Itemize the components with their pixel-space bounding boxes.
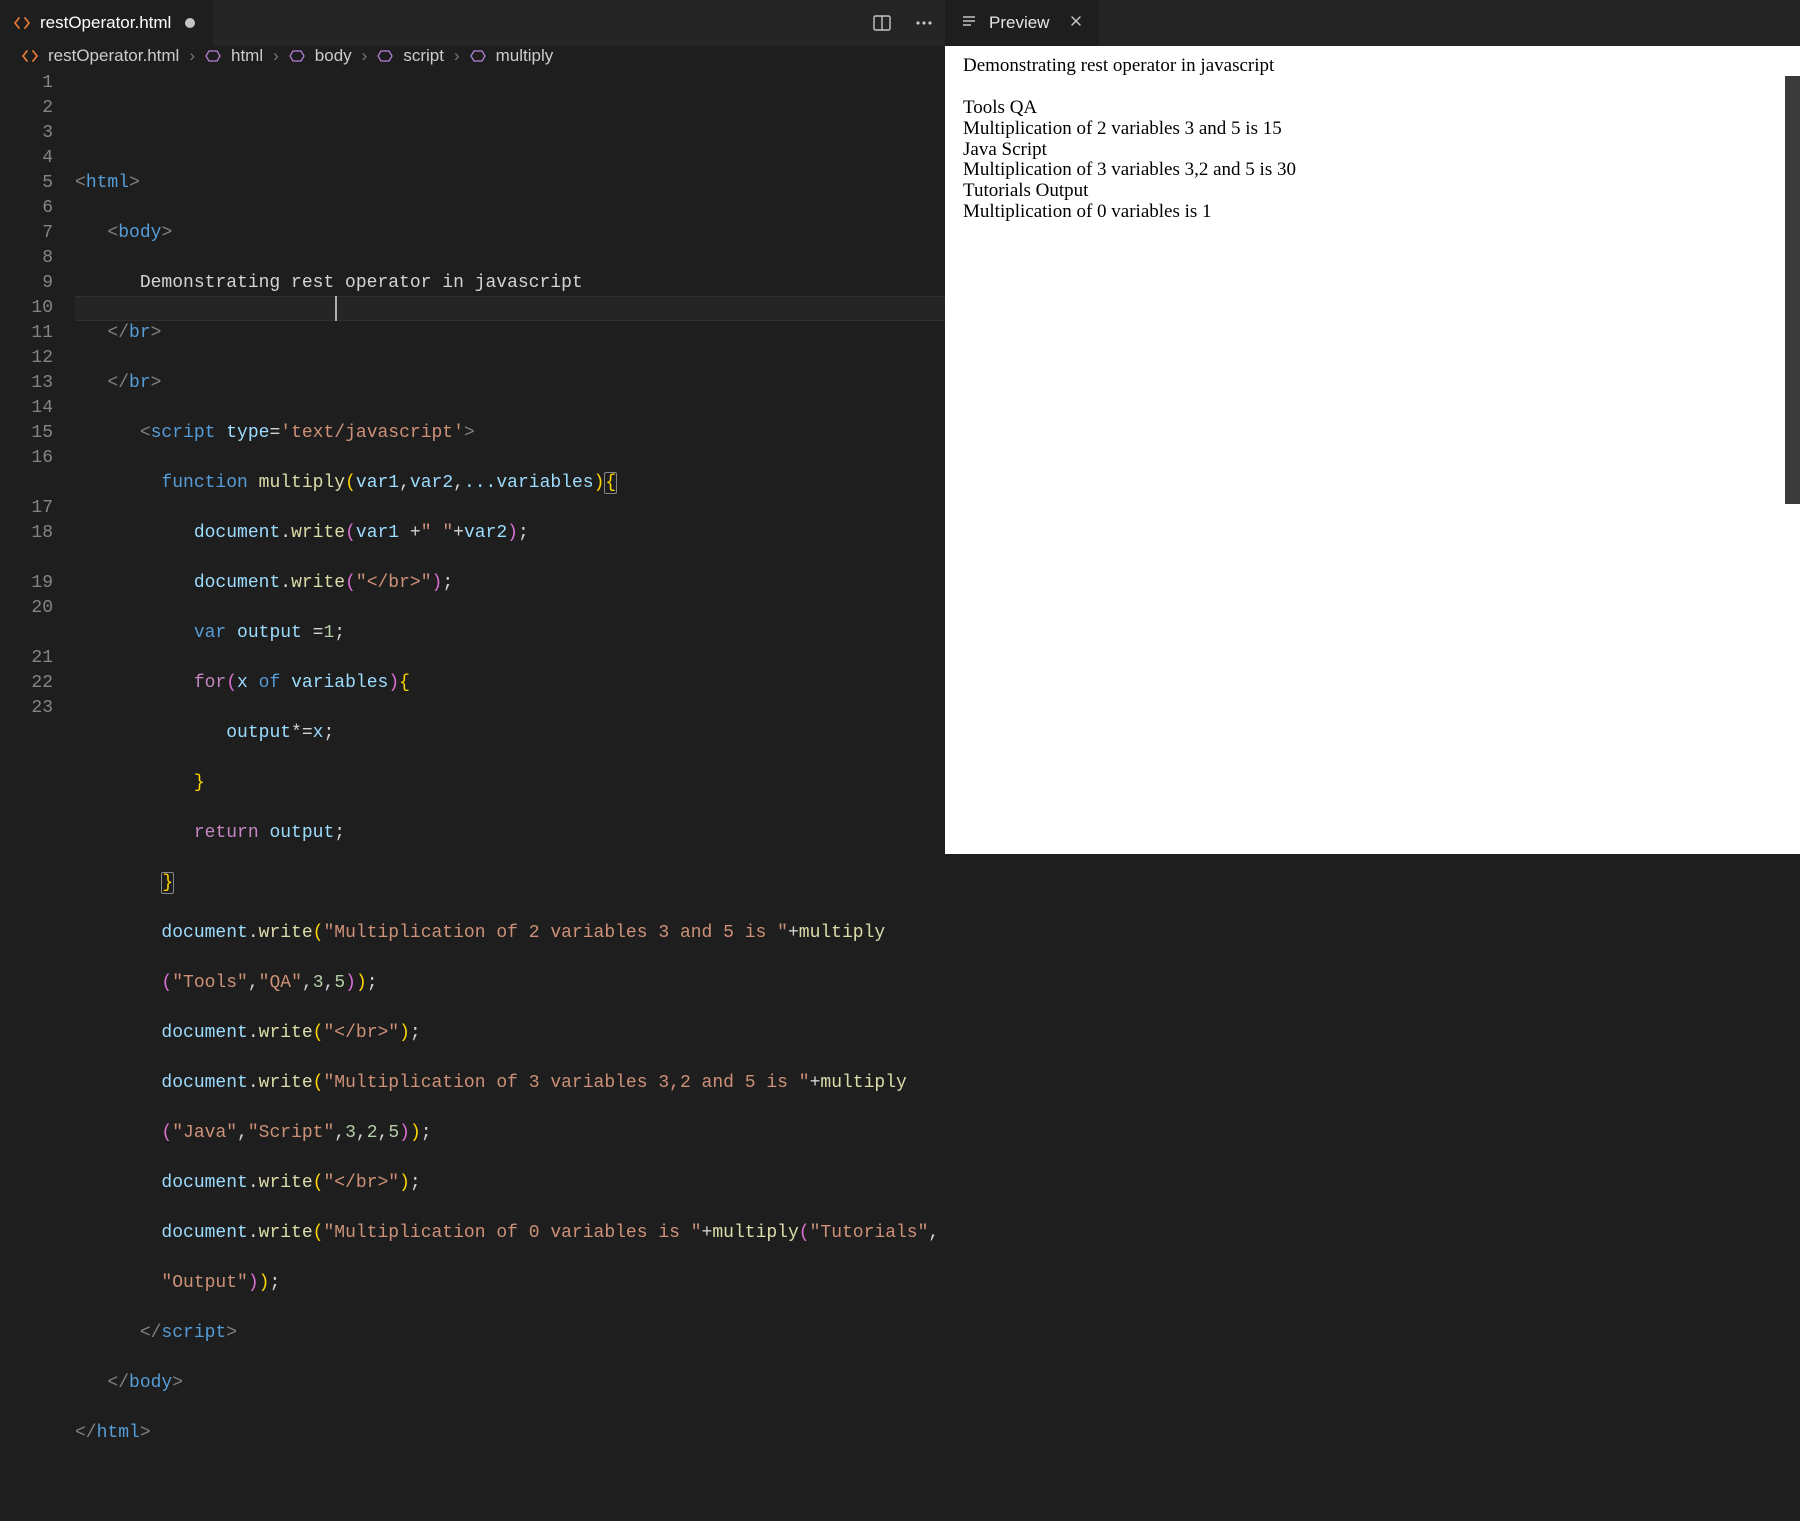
fn-call: multiply (799, 923, 885, 943)
preview-content: Demonstrating rest operator in javascrip… (945, 46, 1800, 854)
kw-function: function (161, 473, 247, 493)
tag-br: br (129, 373, 151, 393)
text-content: Demonstrating rest operator in javascrip… (140, 273, 583, 293)
preview-line: Demonstrating rest operator in javascrip… (963, 56, 1782, 77)
editor-pane: restOperator.html restOperator.html › ht… (0, 0, 945, 854)
kw-var: var (194, 623, 226, 643)
string-literal: "Multiplication of 0 variables is " (323, 1223, 701, 1243)
string-literal: "Multiplication of 3 variables 3,2 and 5… (323, 1073, 809, 1093)
split-editor-icon[interactable] (871, 12, 893, 34)
op: = (302, 623, 324, 643)
fn-multiply: multiply (259, 473, 345, 493)
preview-line: Tools QA (963, 98, 1782, 119)
dirty-indicator-icon (185, 18, 195, 28)
var: x (237, 673, 248, 693)
var: variables (291, 673, 388, 693)
attr-type: type (226, 423, 269, 443)
number-literal: 1 (323, 623, 334, 643)
more-icon[interactable] (913, 12, 935, 34)
preview-tab-bar: Preview (945, 0, 1800, 46)
code-file-icon (22, 48, 38, 64)
tag-body: body (118, 223, 161, 243)
tag-script: script (151, 423, 216, 443)
chevron-right-icon: › (273, 46, 279, 66)
code-file-icon (14, 15, 30, 31)
string-literal: "</br>" (356, 573, 432, 593)
preview-line: Multiplication of 2 variables 3 and 5 is… (963, 119, 1782, 140)
breadcrumb-file[interactable]: restOperator.html (48, 46, 179, 66)
text-cursor (335, 296, 337, 321)
kw-return: return (194, 823, 259, 843)
tag-html: html (86, 173, 129, 193)
attr-value: 'text/javascript' (280, 423, 464, 443)
preview-icon (961, 13, 977, 34)
preview-line: Tutorials Output (963, 181, 1782, 202)
code-content[interactable]: <html> <body> Demonstrating rest operato… (75, 66, 945, 1521)
symbol-icon (205, 48, 221, 64)
close-icon[interactable] (1069, 13, 1083, 33)
editor-tab-bar: restOperator.html (0, 0, 945, 46)
preview-line: Java Script (963, 140, 1782, 161)
breadcrumb[interactable]: restOperator.html › html › body › script… (0, 46, 945, 66)
var-output: output (237, 623, 302, 643)
obj-document: document (194, 523, 280, 543)
tag-br: br (129, 323, 151, 343)
breadcrumb-item[interactable]: multiply (496, 46, 554, 66)
breadcrumb-item[interactable]: body (315, 46, 352, 66)
code-editor[interactable]: 1234567891011121314151617181920212223 <h… (0, 66, 945, 1521)
chevron-right-icon: › (189, 46, 195, 66)
chevron-right-icon: › (362, 46, 368, 66)
var: output (269, 823, 334, 843)
preview-pane: Preview Demonstrating rest operator in j… (945, 0, 1800, 854)
minimap[interactable] (1785, 76, 1800, 854)
chevron-right-icon: › (454, 46, 460, 66)
param-rest: ...variables (464, 473, 594, 493)
var: var1 (356, 523, 399, 543)
param: var1 (356, 473, 399, 493)
kw-of: of (259, 673, 281, 693)
symbol-icon (470, 48, 486, 64)
preview-line: Multiplication of 0 variables is 1 (963, 202, 1782, 223)
preview-tab-label: Preview (989, 13, 1049, 33)
breadcrumb-item[interactable]: html (231, 46, 263, 66)
preview-line (963, 77, 1782, 98)
file-tab[interactable]: restOperator.html (0, 0, 213, 46)
file-tab-label: restOperator.html (40, 13, 171, 33)
symbol-icon (377, 48, 393, 64)
kw-for: for (194, 673, 226, 693)
breadcrumb-item[interactable]: script (403, 46, 444, 66)
preview-line: Multiplication of 3 variables 3,2 and 5 … (963, 160, 1782, 181)
line-gutter: 1234567891011121314151617181920212223 (0, 66, 75, 1521)
param: var2 (410, 473, 453, 493)
fn-write: write (291, 523, 345, 543)
string-literal: "Multiplication of 2 variables 3 and 5 i… (323, 923, 787, 943)
var: var2 (464, 523, 507, 543)
preview-tab[interactable]: Preview (945, 0, 1099, 46)
symbol-icon (289, 48, 305, 64)
